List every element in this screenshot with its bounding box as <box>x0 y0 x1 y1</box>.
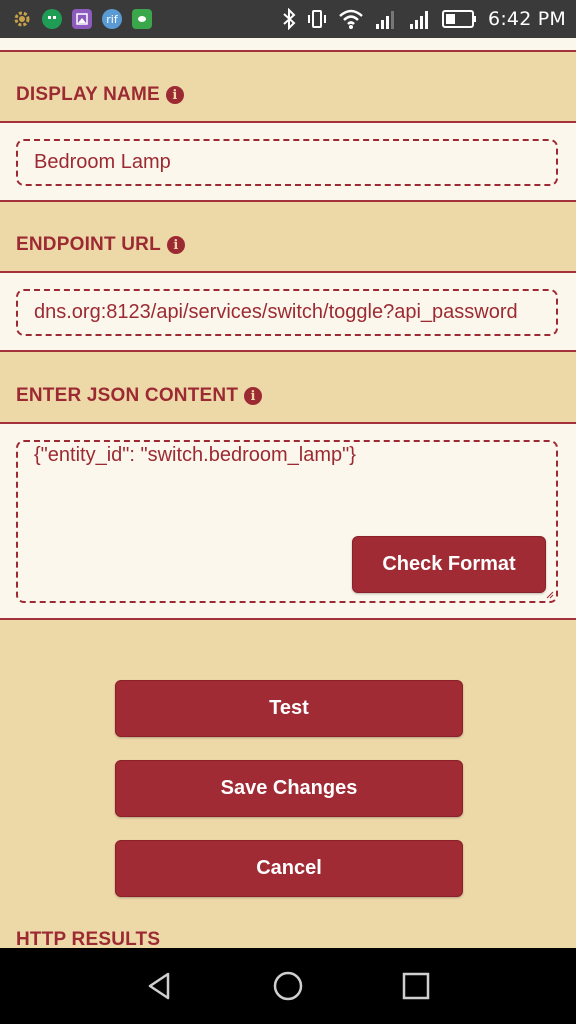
save-changes-label: Save Changes <box>220 777 358 799</box>
check-format-button[interactable]: Check Format <box>352 536 546 593</box>
display-name-label: DISPLAY NAME i <box>16 84 184 106</box>
navigation-bar <box>0 948 576 1024</box>
signal-icon <box>376 11 395 29</box>
check-format-label: Check Format <box>382 553 516 575</box>
rif-icon: rif <box>102 9 122 29</box>
edit-form[interactable]: DISPLAY NAME i Bedroom Lamp ENDPOINT URL… <box>0 38 576 948</box>
endpoint-url-value: dns.org:8123/api/services/switch/toggle?… <box>34 301 518 323</box>
json-content-value: {"entity_id": "switch.bedroom_lamp"} <box>34 444 356 466</box>
clock: 6:42 PM <box>488 8 566 30</box>
divider <box>0 350 576 352</box>
json-content-label-text: ENTER JSON CONTENT <box>16 385 239 406</box>
battery-icon <box>442 10 477 28</box>
display-name-value: Bedroom Lamp <box>34 151 171 173</box>
endpoint-url-label: ENDPOINT URL i <box>16 234 185 256</box>
hangouts-icon <box>42 9 62 29</box>
http-results-label-text: HTTP RESULTS <box>16 929 161 948</box>
info-icon[interactable]: i <box>166 236 185 254</box>
cancel-button[interactable]: Cancel <box>115 840 463 897</box>
cancel-label: Cancel <box>256 857 322 879</box>
divider <box>0 50 576 52</box>
system-status: 6:42 PM <box>282 7 566 31</box>
info-icon[interactable]: i <box>244 387 263 405</box>
resize-handle-icon[interactable] <box>544 589 554 599</box>
save-changes-button[interactable]: Save Changes <box>115 760 463 817</box>
vibrate-icon <box>308 10 327 28</box>
divider <box>0 200 576 202</box>
bluetooth-icon <box>283 8 296 30</box>
previous-field-band <box>0 38 576 50</box>
home-icon[interactable] <box>272 970 304 1002</box>
status-bar: rif 6:42 PM <box>0 0 576 38</box>
notification-icons: rif <box>12 8 152 30</box>
display-name-input[interactable]: Bedroom Lamp <box>16 139 558 186</box>
info-icon[interactable]: i <box>165 86 184 104</box>
rif-label: rif <box>106 12 118 26</box>
signal-icon <box>410 11 429 29</box>
http-results-label: HTTP RESULTS <box>16 929 160 948</box>
endpoint-url-input[interactable]: dns.org:8123/api/services/switch/toggle?… <box>16 289 558 336</box>
gallery-icon <box>72 9 92 29</box>
display-name-label-text: DISPLAY NAME <box>16 84 160 105</box>
endpoint-url-label-text: ENDPOINT URL <box>16 234 161 255</box>
divider <box>0 618 576 620</box>
wifi-icon <box>339 9 363 29</box>
test-label: Test <box>269 697 309 719</box>
recents-icon[interactable] <box>400 970 432 1002</box>
json-content-label: ENTER JSON CONTENT i <box>16 385 263 407</box>
app-icon <box>132 9 152 29</box>
back-icon[interactable] <box>144 970 176 1002</box>
tasker-gear-icon <box>12 9 32 29</box>
test-button[interactable]: Test <box>115 680 463 737</box>
